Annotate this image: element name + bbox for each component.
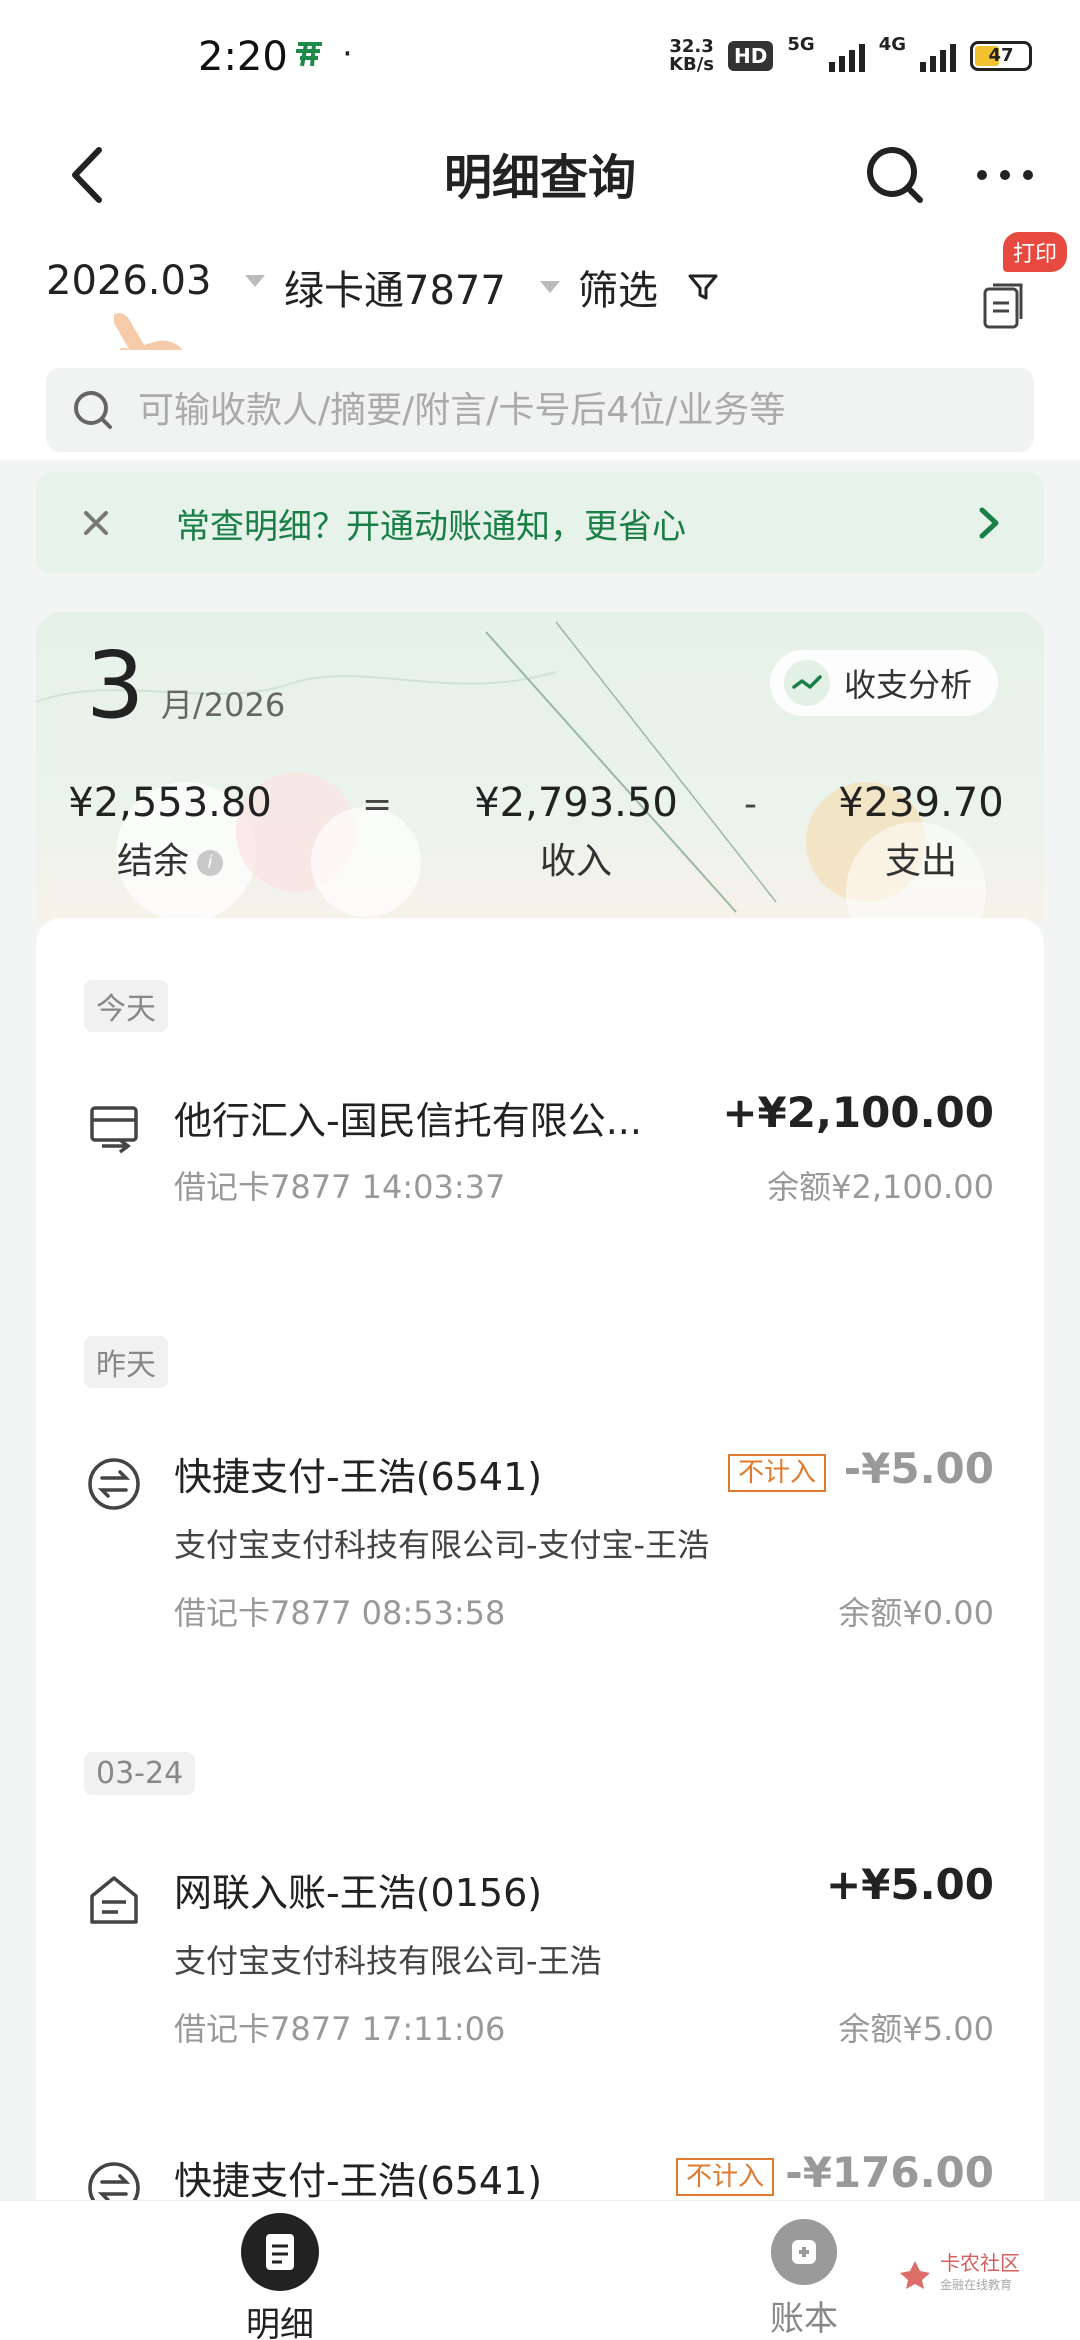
details-document-icon bbox=[241, 2213, 319, 2291]
tab-details-label: 明细 bbox=[246, 2305, 314, 2340]
close-icon[interactable] bbox=[66, 493, 126, 553]
transaction-amount: -¥176.00 bbox=[785, 2148, 994, 2197]
transaction-title: 他行汇入-国民信托有限公... bbox=[174, 1099, 642, 1143]
tab-ledger-label: 账本 bbox=[770, 2299, 838, 2339]
income-expense-analysis-button[interactable]: 收支分析 bbox=[769, 650, 998, 716]
transaction-meta: 借记卡7877 14:03:37 bbox=[174, 1168, 506, 1206]
minus-sign: - bbox=[744, 784, 757, 825]
transaction-counterparty: 支付宝支付科技有限公司-支付宝-王浩 bbox=[174, 1526, 710, 1564]
watermark: 卡农社区 金融在线教育 bbox=[898, 2252, 1020, 2296]
watermark-logo-icon bbox=[900, 2261, 930, 2289]
month-selector[interactable]: 2026.03 bbox=[46, 258, 266, 304]
month-summary-card: 3 月/2026 收支分析 ¥2,553.80 结余 i = ¥2,793.50 … bbox=[36, 612, 1044, 922]
app-header: 明细查询 bbox=[0, 110, 1080, 240]
transaction-amount: -¥5.00 bbox=[843, 1444, 994, 1493]
transaction-balance: 余额¥0.00 bbox=[838, 1594, 994, 1632]
quick-pay-icon bbox=[88, 1458, 140, 1510]
battery-icon: 47 bbox=[970, 41, 1032, 71]
day-header-date: 03-24 bbox=[84, 1752, 196, 1795]
excluded-tag: 不计入 bbox=[728, 1454, 827, 1492]
status-indicators: 32.3 KB/s HD 5G 4G 47 bbox=[669, 34, 1032, 74]
balance-label: 结余 bbox=[116, 841, 189, 882]
transaction-balance: 余额¥2,100.00 bbox=[767, 1168, 994, 1206]
dropdown-caret-icon bbox=[245, 275, 266, 287]
more-button[interactable] bbox=[960, 130, 1050, 220]
tab-details[interactable]: 明细 bbox=[200, 2213, 360, 2340]
income-summary: ¥2,793.50 收入 bbox=[436, 780, 716, 884]
filter-button[interactable]: 筛选 bbox=[578, 258, 720, 316]
card-selector[interactable]: 绿卡通7877 bbox=[284, 258, 560, 316]
expense-value: ¥239.70 bbox=[838, 780, 1004, 826]
search-field[interactable] bbox=[46, 368, 1034, 452]
trend-icon bbox=[783, 660, 830, 706]
expense-summary: ¥239.70 支出 bbox=[816, 780, 1026, 884]
print-badge: 打印 bbox=[1003, 232, 1068, 272]
net-speed-unit: KB/s bbox=[669, 54, 715, 75]
search-input[interactable] bbox=[138, 389, 1018, 431]
analysis-label: 收支分析 bbox=[843, 666, 972, 704]
income-label: 收入 bbox=[539, 841, 612, 882]
watermark-text: 卡农社区 金融在线教育 bbox=[940, 2252, 1020, 2296]
search-bar bbox=[0, 350, 1080, 460]
transaction-balance: 余额¥5.00 bbox=[838, 2010, 994, 2048]
balance-summary: ¥2,553.80 结余 i bbox=[50, 780, 290, 884]
info-icon[interactable]: i bbox=[197, 850, 223, 876]
card-label: 绿卡通7877 bbox=[284, 268, 506, 314]
net-5g-label: 5G bbox=[787, 33, 815, 55]
transaction-title: 快捷支付-王浩(6541) bbox=[174, 2159, 543, 2203]
transaction-title: 网联入账-王浩(0156) bbox=[174, 1871, 543, 1915]
income-value: ¥2,793.50 bbox=[474, 780, 678, 826]
signal-4g-icon bbox=[920, 40, 956, 72]
watermark-subtitle: 金融在线教育 bbox=[940, 2278, 1013, 2292]
balance-value: ¥2,553.80 bbox=[68, 780, 272, 826]
search-icon bbox=[867, 147, 923, 203]
status-time: 2:20 bbox=[198, 34, 288, 80]
equals-sign: = bbox=[362, 784, 393, 825]
expense-label: 支出 bbox=[884, 841, 957, 882]
battery-level: 47 bbox=[988, 45, 1014, 66]
summary-year: 月/2026 bbox=[161, 686, 286, 724]
chevron-right-icon bbox=[979, 507, 999, 539]
net-speed: 32.3 KB/s bbox=[669, 38, 714, 74]
transaction-amount: +¥5.00 bbox=[825, 1860, 994, 1909]
month-label: 2026.03 bbox=[46, 258, 212, 304]
hd-badge: HD bbox=[728, 41, 774, 71]
notification-banner[interactable]: 常查明细？开通动账通知，更省心 bbox=[36, 472, 1044, 574]
signal-5g-icon bbox=[828, 40, 865, 72]
incoming-funds-icon bbox=[90, 1876, 138, 1924]
ledger-icon bbox=[771, 2219, 837, 2285]
status-dot: · bbox=[342, 34, 353, 74]
filter-icon bbox=[688, 274, 718, 300]
notice-text: 常查明细？开通动账通知，更省心 bbox=[176, 506, 686, 547]
search-button[interactable] bbox=[850, 130, 940, 220]
summary-month: 3 bbox=[86, 632, 145, 739]
transaction-meta: 借记卡7877 17:11:06 bbox=[174, 2010, 506, 2048]
day-header-yesterday: 昨天 bbox=[84, 1336, 168, 1388]
balance-label-wrap: 结余 i bbox=[50, 832, 290, 884]
dropdown-caret-icon bbox=[539, 281, 560, 293]
day-header-today: 今天 bbox=[84, 980, 168, 1032]
postal-logo-icon bbox=[292, 38, 326, 78]
transaction-list: 今天 他行汇入-国民信托有限公... 借记卡7877 14:03:37 +¥2,… bbox=[36, 918, 1044, 2208]
net-4g-label: 4G bbox=[878, 33, 906, 55]
tab-ledger[interactable]: 账本 bbox=[724, 2213, 884, 2340]
watermark-title: 卡农社区 bbox=[940, 2251, 1020, 2275]
transaction-title: 快捷支付-王浩(6541) bbox=[174, 1455, 543, 1499]
transaction-meta: 借记卡7877 08:53:58 bbox=[174, 1594, 506, 1632]
excluded-tag: 不计入 bbox=[676, 2158, 775, 2196]
transaction-counterparty: 支付宝支付科技有限公司-王浩 bbox=[174, 1942, 602, 1980]
transfer-in-icon bbox=[90, 1106, 138, 1154]
filter-label: 筛选 bbox=[578, 268, 658, 314]
more-icon bbox=[977, 170, 1033, 180]
transaction-amount: +¥2,100.00 bbox=[722, 1088, 994, 1137]
search-icon bbox=[74, 391, 112, 429]
status-bar: 2:20 · 32.3 KB/s HD 5G 4G 47 bbox=[0, 0, 1080, 110]
